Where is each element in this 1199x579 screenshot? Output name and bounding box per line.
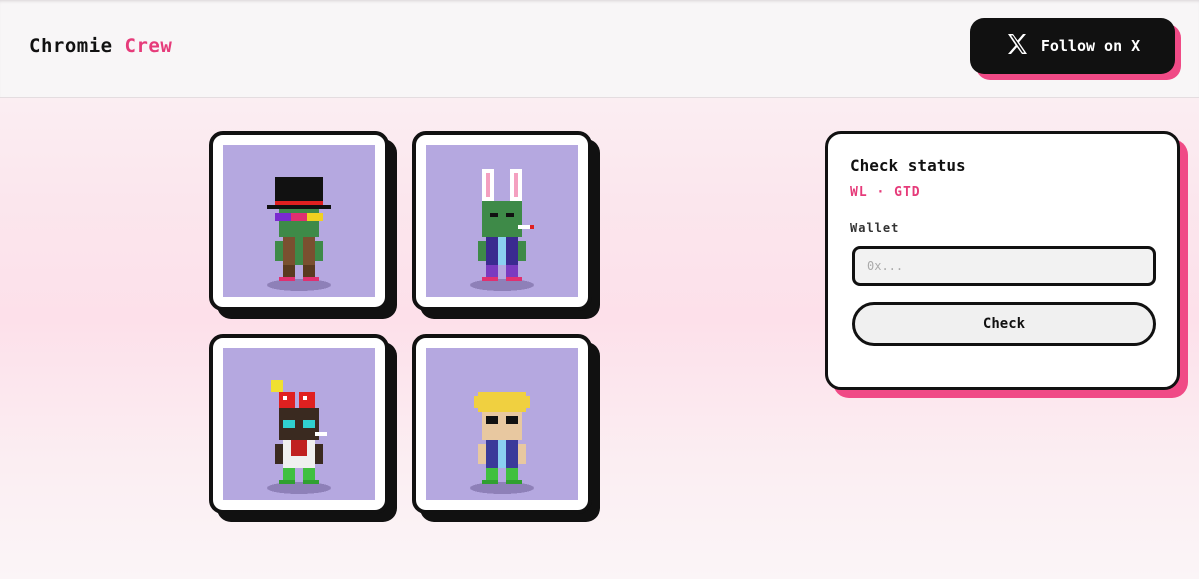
brand-logo[interactable]: Chromie Crew	[29, 35, 172, 57]
panel-title: Check status	[850, 156, 966, 175]
character-art-cherry-bow	[223, 348, 375, 500]
site-header: Chromie Crew Follow on X	[0, 0, 1199, 98]
nft-card-1[interactable]	[209, 131, 389, 311]
character-art-bunny-ears	[426, 145, 578, 297]
follow-label: Follow on X	[1040, 37, 1141, 55]
wallet-input[interactable]	[852, 246, 1156, 286]
nft-card-3[interactable]	[209, 334, 389, 514]
follow-on-x-button[interactable]: Follow on X	[970, 18, 1175, 74]
brand-name-second: Crew	[124, 35, 173, 57]
check-status-panel: Check status WL · GTD Wallet Check	[825, 131, 1180, 390]
x-logo-icon	[1005, 32, 1029, 60]
nft-card-4[interactable]	[412, 334, 592, 514]
brand-name-first: Chromie	[29, 35, 113, 57]
nft-card-2[interactable]	[412, 131, 592, 311]
panel-subtitle: WL · GTD	[850, 185, 921, 200]
wallet-label: Wallet	[850, 221, 900, 235]
check-button[interactable]: Check	[852, 302, 1156, 346]
character-art-blond-hair	[426, 348, 578, 500]
character-art-top-hat	[223, 145, 375, 297]
